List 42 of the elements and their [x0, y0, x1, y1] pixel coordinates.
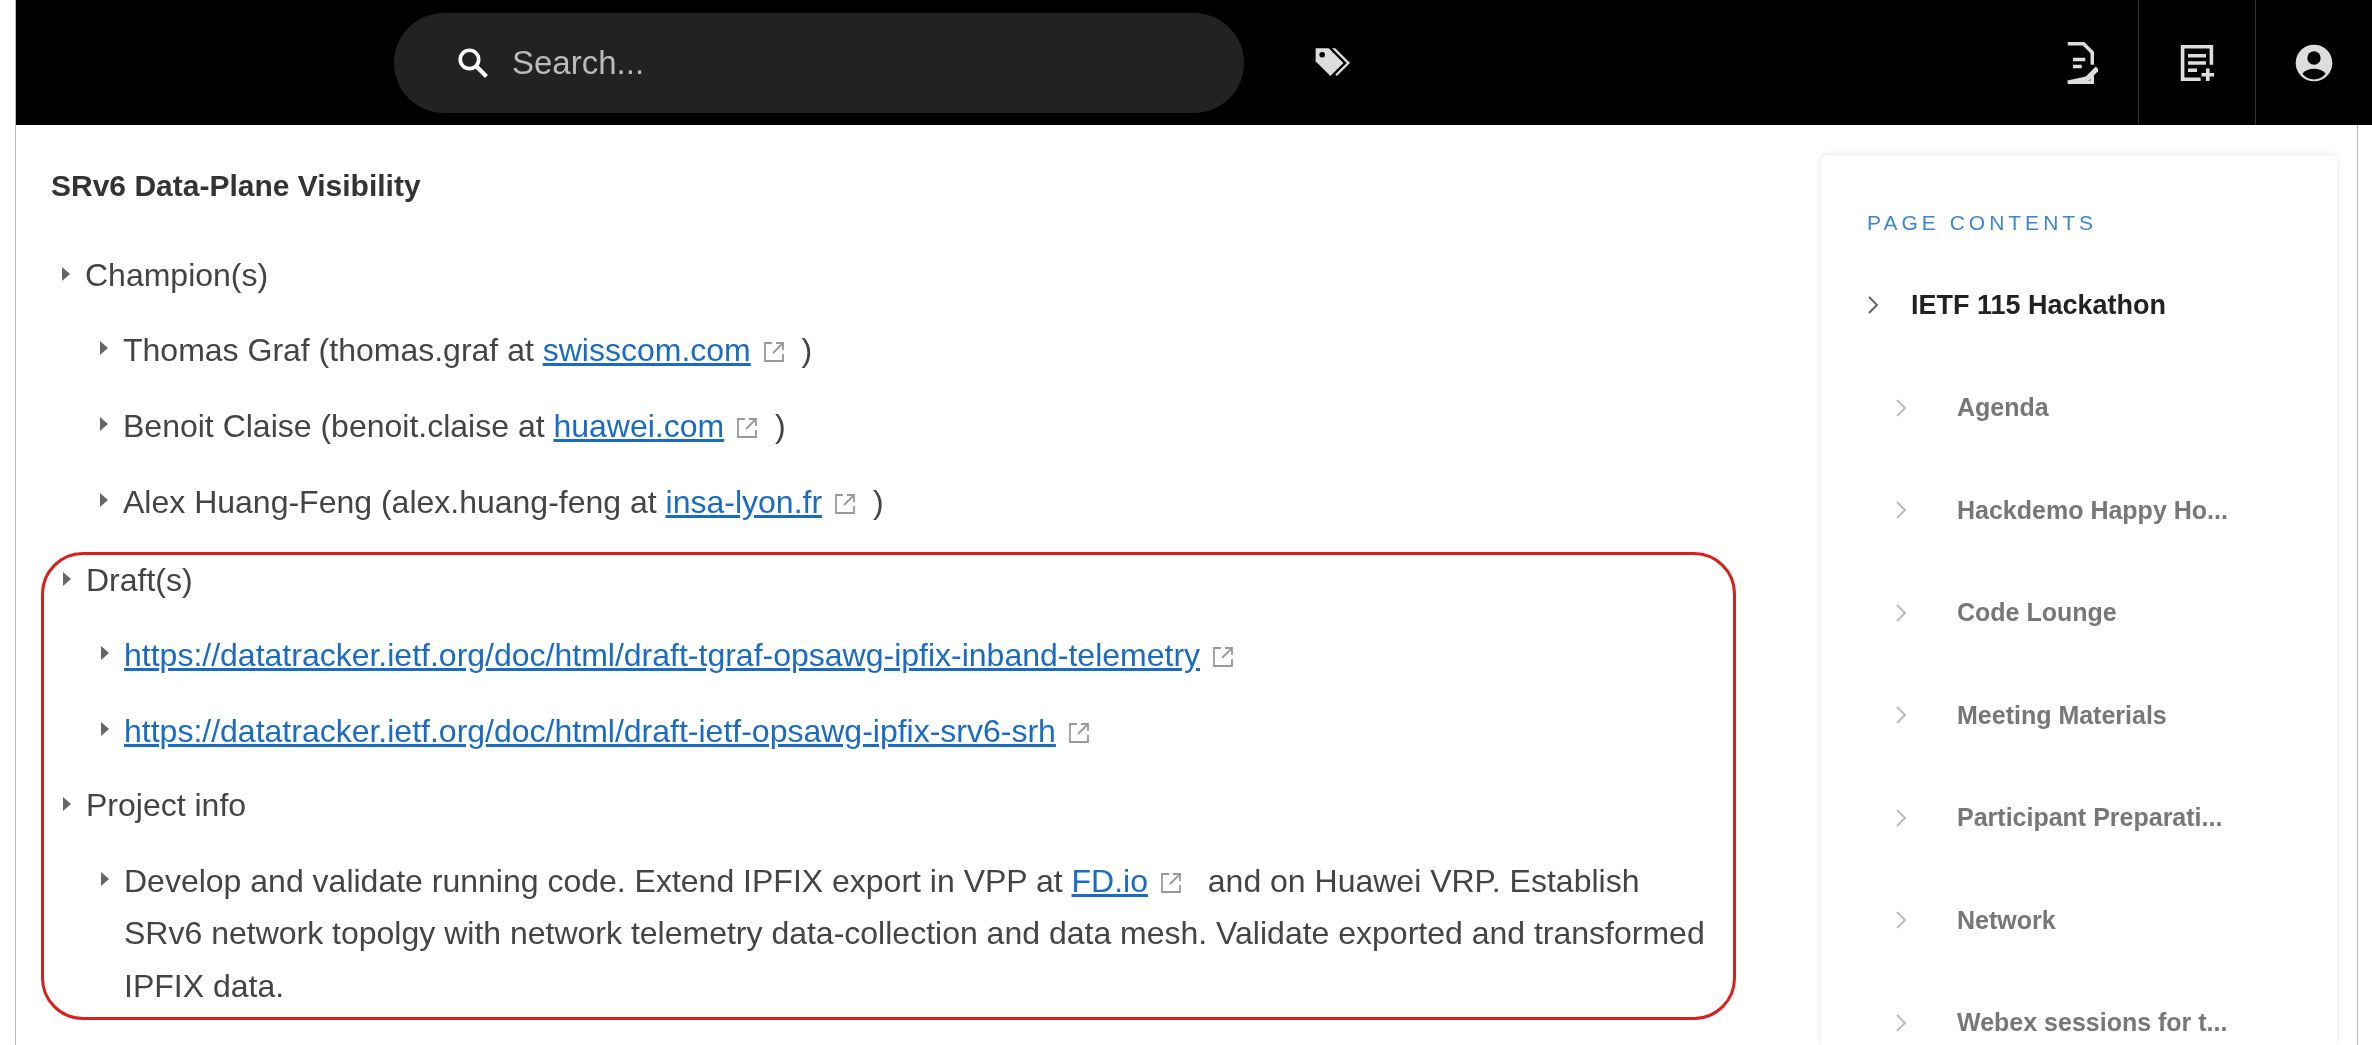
toc-link[interactable]: Agenda	[1895, 389, 2317, 427]
list-item-text: Benoit Claise (benoit.claise at huawei.com )	[123, 407, 786, 446]
toc-link[interactable]: Webex sessions for t...	[1895, 1004, 2317, 1042]
list-item-text: Thomas Graf (thomas.graf at swisscom.com )	[123, 331, 813, 371]
link[interactable]: huawei.com	[553, 408, 725, 444]
chevron-icon	[1895, 397, 1907, 418]
toc-link[interactable]: IETF 115 Hackathon	[1867, 284, 2317, 325]
triangle-bullet-icon	[99, 340, 109, 357]
triangle-bullet-icon	[99, 416, 109, 432]
triangle-bullet-icon	[62, 570, 72, 587]
chevron-icon	[1867, 294, 1879, 315]
triangle-bullet-icon	[100, 720, 110, 737]
triangle-bullet-icon	[61, 266, 71, 282]
chevron-icon	[1895, 602, 1907, 623]
toc-link[interactable]: Code Lounge	[1895, 594, 2317, 632]
toc-heading: PAGE CONTENTS	[1867, 210, 2099, 236]
triangle-bullet-icon	[62, 796, 72, 813]
link[interactable]: https://datatracker.ietf.org/doc/html/draft-tgraf-opsawg-ipfix-inband-telemetry	[124, 636, 1201, 673]
search-icon	[456, 45, 490, 80]
chevron-icon	[1895, 500, 1907, 521]
toc-link[interactable]: Participant Preparati...	[1895, 799, 2317, 837]
toc-link[interactable]: Meeting Materials	[1895, 696, 2317, 734]
section-label: Project info	[86, 786, 247, 826]
link[interactable]: insa-lyon.fr	[665, 483, 823, 520]
link[interactable]: swisscom.com	[542, 332, 751, 369]
link[interactable]: FD.io	[1071, 862, 1148, 899]
chevron-icon	[1895, 807, 1907, 828]
chevron-icon	[1895, 705, 1907, 726]
search-field[interactable]: Search...	[394, 12, 1244, 113]
toc-link[interactable]: Network	[1895, 901, 2317, 939]
link[interactable]: https://datatracker.ietf.org/doc/html/draft-ietf-opsawg-ipfix-srv6-srh	[124, 712, 1056, 749]
chevron-icon	[1895, 910, 1907, 931]
chevron-icon	[1895, 1012, 1907, 1033]
list-item-text: Alex Huang-Feng (alex.huang-feng at insa-lyon.fr )	[123, 482, 884, 522]
triangle-bullet-icon	[100, 870, 110, 887]
list-item-text: Develop and validate running code. Extend IPFIX export in VPP at FD.io and on Huawei VRP. Establish SRv6 network topolgy with network telemetry data-collection and data mesh. Validate exported and transformed IPFIX data.	[124, 861, 1706, 1007]
triangle-bullet-icon	[99, 491, 109, 508]
triangle-bullet-icon	[100, 644, 110, 661]
article-title: SRv6 Data-Plane Visibility	[51, 168, 422, 204]
section-label: Draft(s)	[86, 560, 193, 600]
section-label: Champion(s)	[85, 256, 269, 295]
toc-link[interactable]: Hackdemo Happy Ho...	[1895, 491, 2317, 529]
